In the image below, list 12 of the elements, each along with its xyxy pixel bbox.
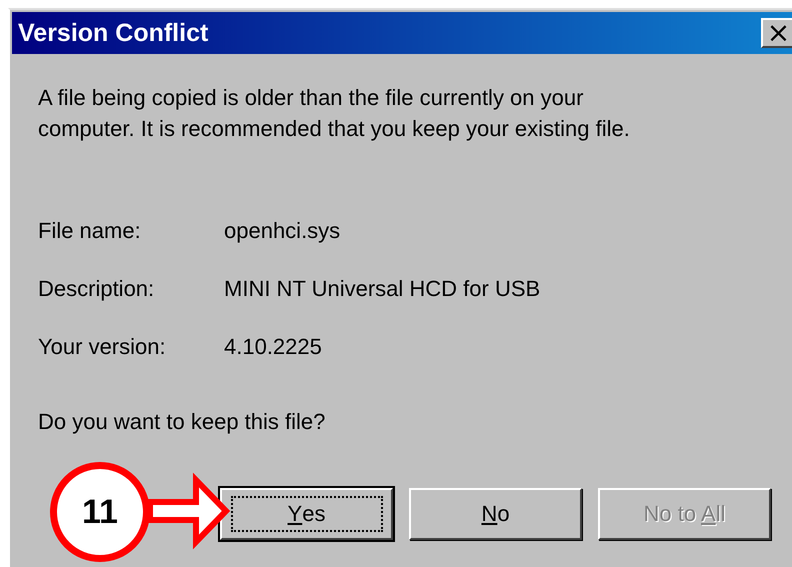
window-title: Version Conflict <box>18 18 208 48</box>
message-text: A file being copied is older than the file currently on your computer. It is recommended that you keep your existing file. <box>38 84 631 143</box>
question-text: Do you want to keep this file? <box>38 408 326 436</box>
field-label: Your version: <box>38 333 167 361</box>
field-label: Description: <box>38 275 156 303</box>
close-button[interactable]: × <box>761 18 792 48</box>
field-value: MINI NT Universal HCD for USB <box>224 275 540 303</box>
dialog-button[interactable]: No <box>409 488 582 540</box>
field-label: File name: <box>38 217 142 245</box>
field-value: openhci.sys <box>224 217 340 245</box>
field-value: 4.10.2225 <box>224 333 322 361</box>
dialog-button[interactable]: Yes <box>220 488 393 540</box>
